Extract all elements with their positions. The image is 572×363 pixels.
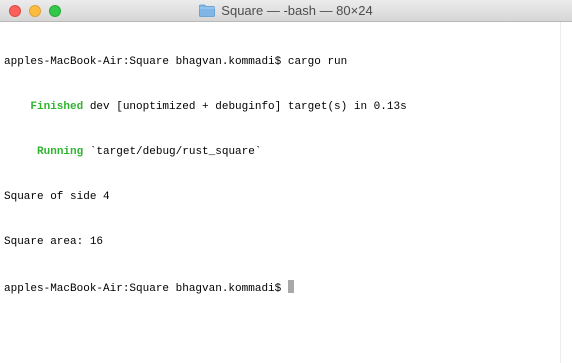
folder-icon xyxy=(199,4,216,17)
window-title: Square — -bash — 80×24 xyxy=(221,3,373,18)
prompt-text: apples-MacBook-Air:Square bhagvan.kommad… xyxy=(4,283,288,295)
title-bar[interactable]: Square — -bash — 80×24 xyxy=(0,0,572,22)
vertical-scrollbar[interactable] xyxy=(560,22,572,363)
terminal-line-finished: Finished dev [unoptimized + debuginfo] t… xyxy=(4,100,560,115)
line-text: dev [unoptimized + debuginfo] target(s) … xyxy=(83,101,407,113)
terminal-prompt-line[interactable]: apples-MacBook-Air:Square bhagvan.kommad… xyxy=(4,280,560,295)
line-text: Square of side 4 xyxy=(4,191,110,203)
terminal-line-output-side: Square of side 4 xyxy=(4,190,560,205)
terminal-line-output-area: Square area: 16 xyxy=(4,235,560,250)
terminal-line-running: Running `target/debug/rust_square` xyxy=(4,145,560,160)
status-running: Running xyxy=(37,146,84,158)
terminal-window: Square — -bash — 80×24 apples-MacBook-Ai… xyxy=(0,0,572,363)
line-text: apples-MacBook-Air:Square bhagvan.kommad… xyxy=(4,56,348,68)
terminal-output[interactable]: apples-MacBook-Air:Square bhagvan.kommad… xyxy=(0,22,560,363)
status-finished: Finished xyxy=(30,101,84,113)
line-text: Square area: 16 xyxy=(4,236,104,248)
text-cursor xyxy=(287,280,294,293)
terminal-line-command: apples-MacBook-Air:Square bhagvan.kommad… xyxy=(4,55,560,70)
line-text: `target/debug/rust_square` xyxy=(83,146,262,158)
window-title-group: Square — -bash — 80×24 xyxy=(0,0,572,21)
